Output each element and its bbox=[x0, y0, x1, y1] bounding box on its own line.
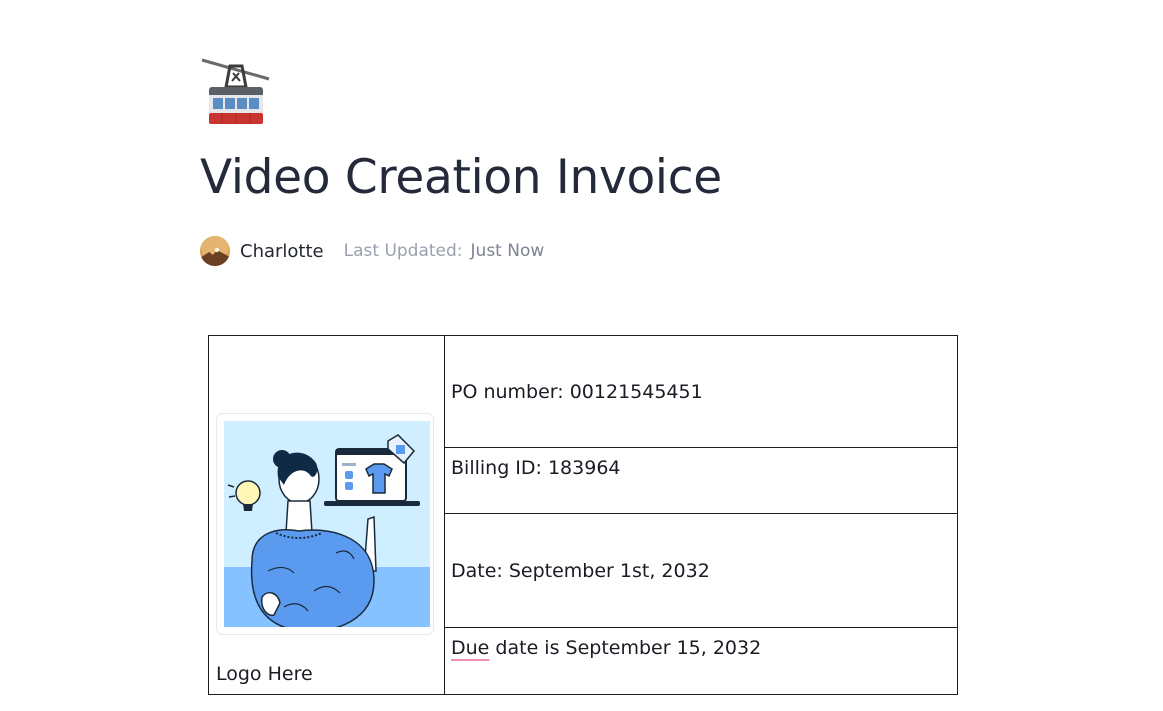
date-cell[interactable]: Date: September 1st, 2032 bbox=[444, 513, 958, 628]
last-updated-label: Last Updated: bbox=[343, 241, 463, 261]
po-number-cell[interactable]: PO number: 00121545451 bbox=[444, 335, 958, 448]
author-name[interactable]: Charlotte bbox=[240, 241, 324, 262]
last-updated-value: Just Now bbox=[470, 241, 545, 261]
logo-cell[interactable]: Logo Here bbox=[208, 335, 445, 695]
document-page: Video Creation Invoice Charlotte Last Up… bbox=[0, 0, 1163, 711]
page-meta: Charlotte Last Updated: Just Now bbox=[200, 235, 544, 267]
aerial-tramway-icon[interactable] bbox=[200, 57, 272, 129]
spellcheck-word: Due bbox=[451, 637, 490, 659]
due-date-text: date is September 15, 2032 bbox=[489, 637, 762, 659]
page-title[interactable]: Video Creation Invoice bbox=[200, 143, 722, 213]
logo-caption[interactable]: Logo Here bbox=[216, 663, 313, 685]
logo-image[interactable] bbox=[216, 413, 434, 635]
table-row: Logo Here PO number: 00121545451 bbox=[208, 335, 958, 695]
avatar[interactable] bbox=[200, 236, 230, 266]
billing-id-cell[interactable]: Billing ID: 183964 bbox=[444, 447, 958, 514]
invoice-table: Logo Here PO number: 00121545451 Billing… bbox=[208, 335, 958, 695]
due-date-cell[interactable]: Due date is September 15, 2032 bbox=[444, 627, 958, 695]
